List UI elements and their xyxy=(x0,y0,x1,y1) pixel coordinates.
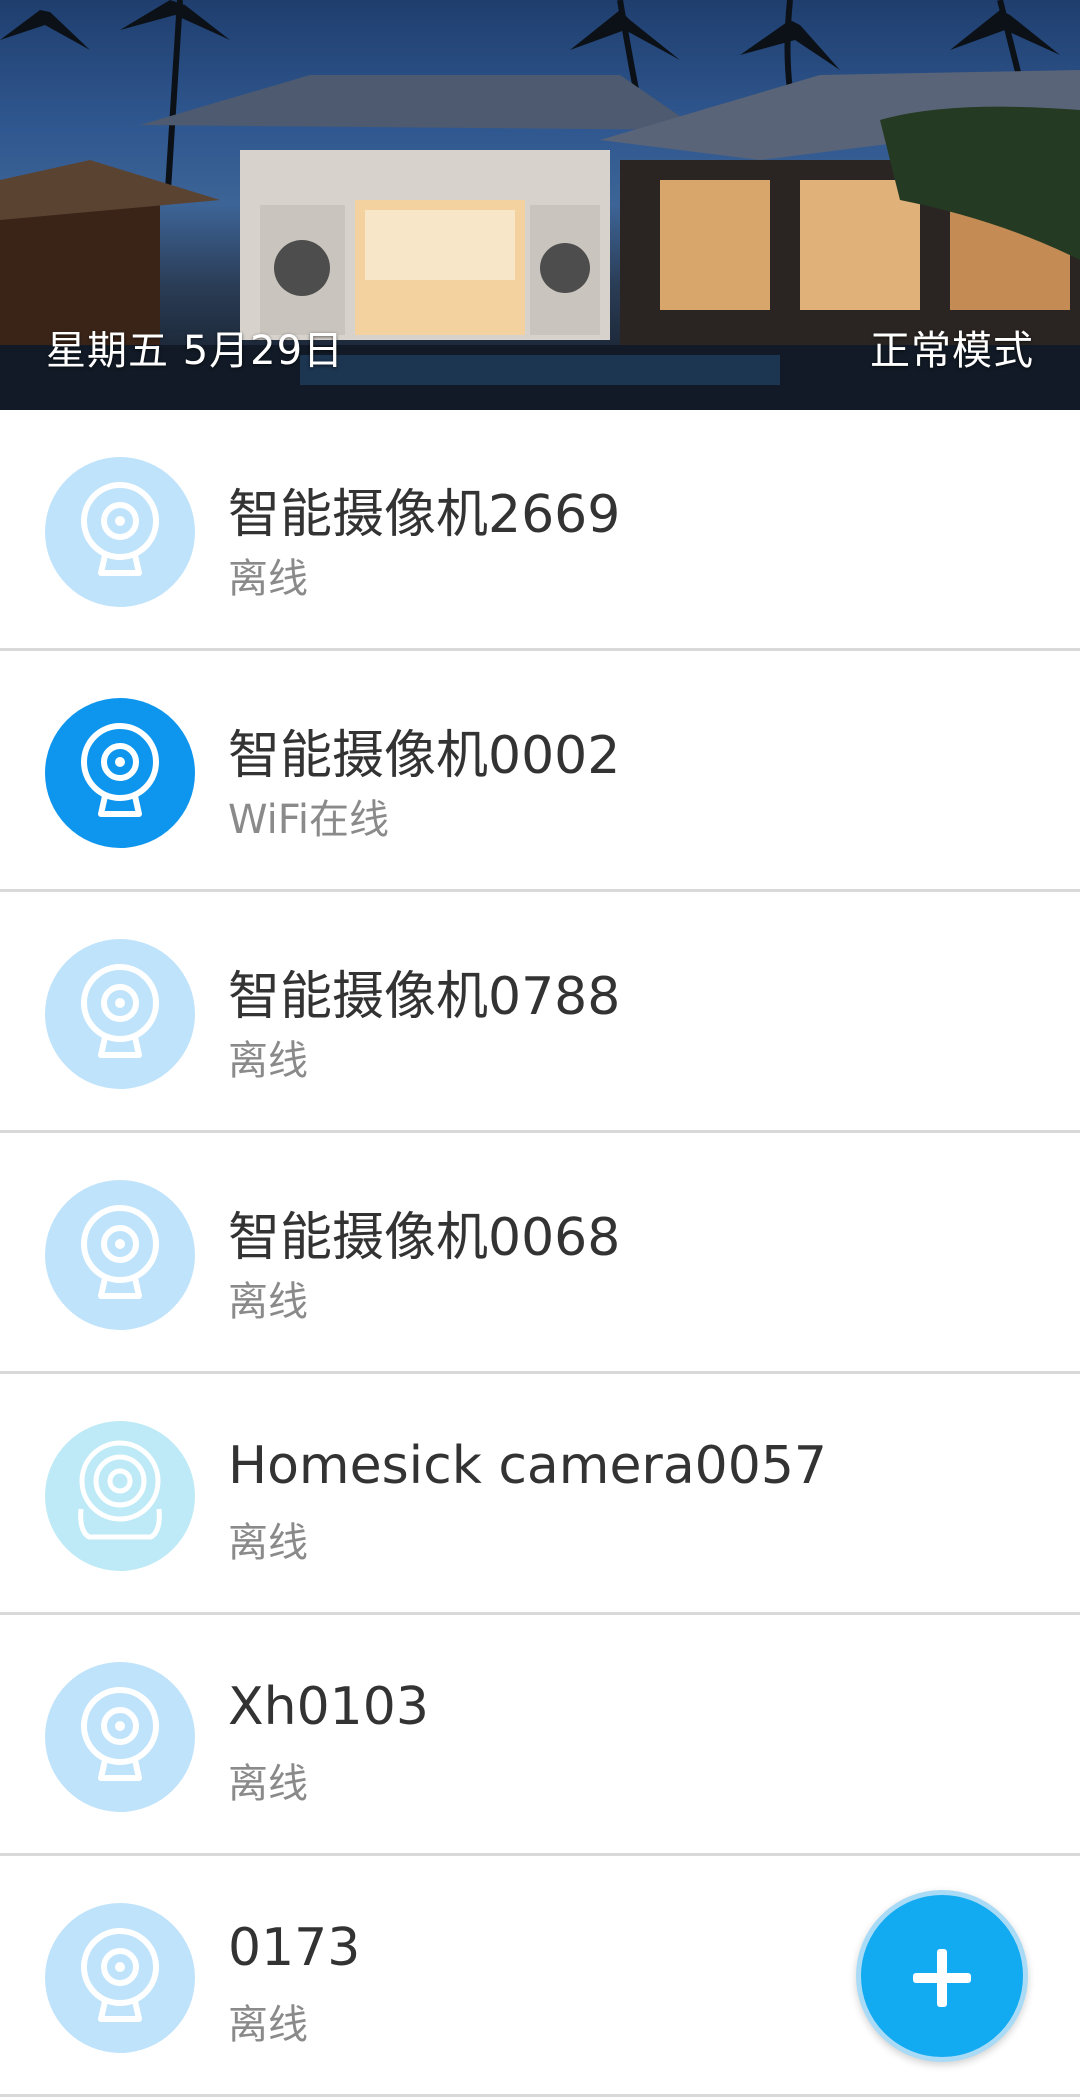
device-status: 离线 xyxy=(228,1520,308,1566)
device-name: Homesick camera0057 xyxy=(228,1436,828,1496)
device-name: 智能摄像机0068 xyxy=(228,1208,621,1268)
mode-label[interactable]: 正常模式 xyxy=(870,318,1034,376)
device-status: 离线 xyxy=(228,1279,308,1325)
device-avatar xyxy=(45,1421,195,1571)
device-name: 智能摄像机0002 xyxy=(228,726,621,786)
device-row[interactable]: Xh0103 离线 xyxy=(0,1615,1080,1856)
device-status: 离线 xyxy=(228,2002,308,2048)
device-status: 离线 xyxy=(228,1038,308,1084)
device-name: 0173 xyxy=(228,1918,361,1978)
device-row[interactable]: 智能摄像机0788 离线 xyxy=(0,892,1080,1133)
device-avatar xyxy=(45,1903,195,2053)
device-status: 离线 xyxy=(228,1761,308,1807)
device-row[interactable]: 智能摄像机0068 离线 xyxy=(0,1133,1080,1374)
date-label: 星期五 5月29日 xyxy=(46,328,345,374)
device-avatar xyxy=(45,698,195,848)
device-avatar xyxy=(45,939,195,1089)
device-name: 智能摄像机2669 xyxy=(228,485,621,545)
device-row[interactable]: 智能摄像机0002 WiFi在线 xyxy=(0,651,1080,892)
device-name: Xh0103 xyxy=(228,1677,429,1737)
device-status: WiFi在线 xyxy=(228,797,389,843)
add-device-button[interactable] xyxy=(856,1890,1028,2062)
device-list: 智能摄像机2669 离线 智能摄像机0002 WiFi在线 智能摄像机0788 离线 智能摄… xyxy=(0,410,1080,2097)
device-row[interactable]: Homesick camera0057 离线 xyxy=(0,1374,1080,1615)
device-row[interactable]: 智能摄像机2669 离线 xyxy=(0,410,1080,651)
header-banner: 星期五 5月29日 正常模式 xyxy=(0,0,1080,410)
device-avatar xyxy=(45,1662,195,1812)
device-avatar xyxy=(45,457,195,607)
device-name: 智能摄像机0788 xyxy=(228,967,621,1027)
device-avatar xyxy=(45,1180,195,1330)
device-status: 离线 xyxy=(228,556,308,602)
